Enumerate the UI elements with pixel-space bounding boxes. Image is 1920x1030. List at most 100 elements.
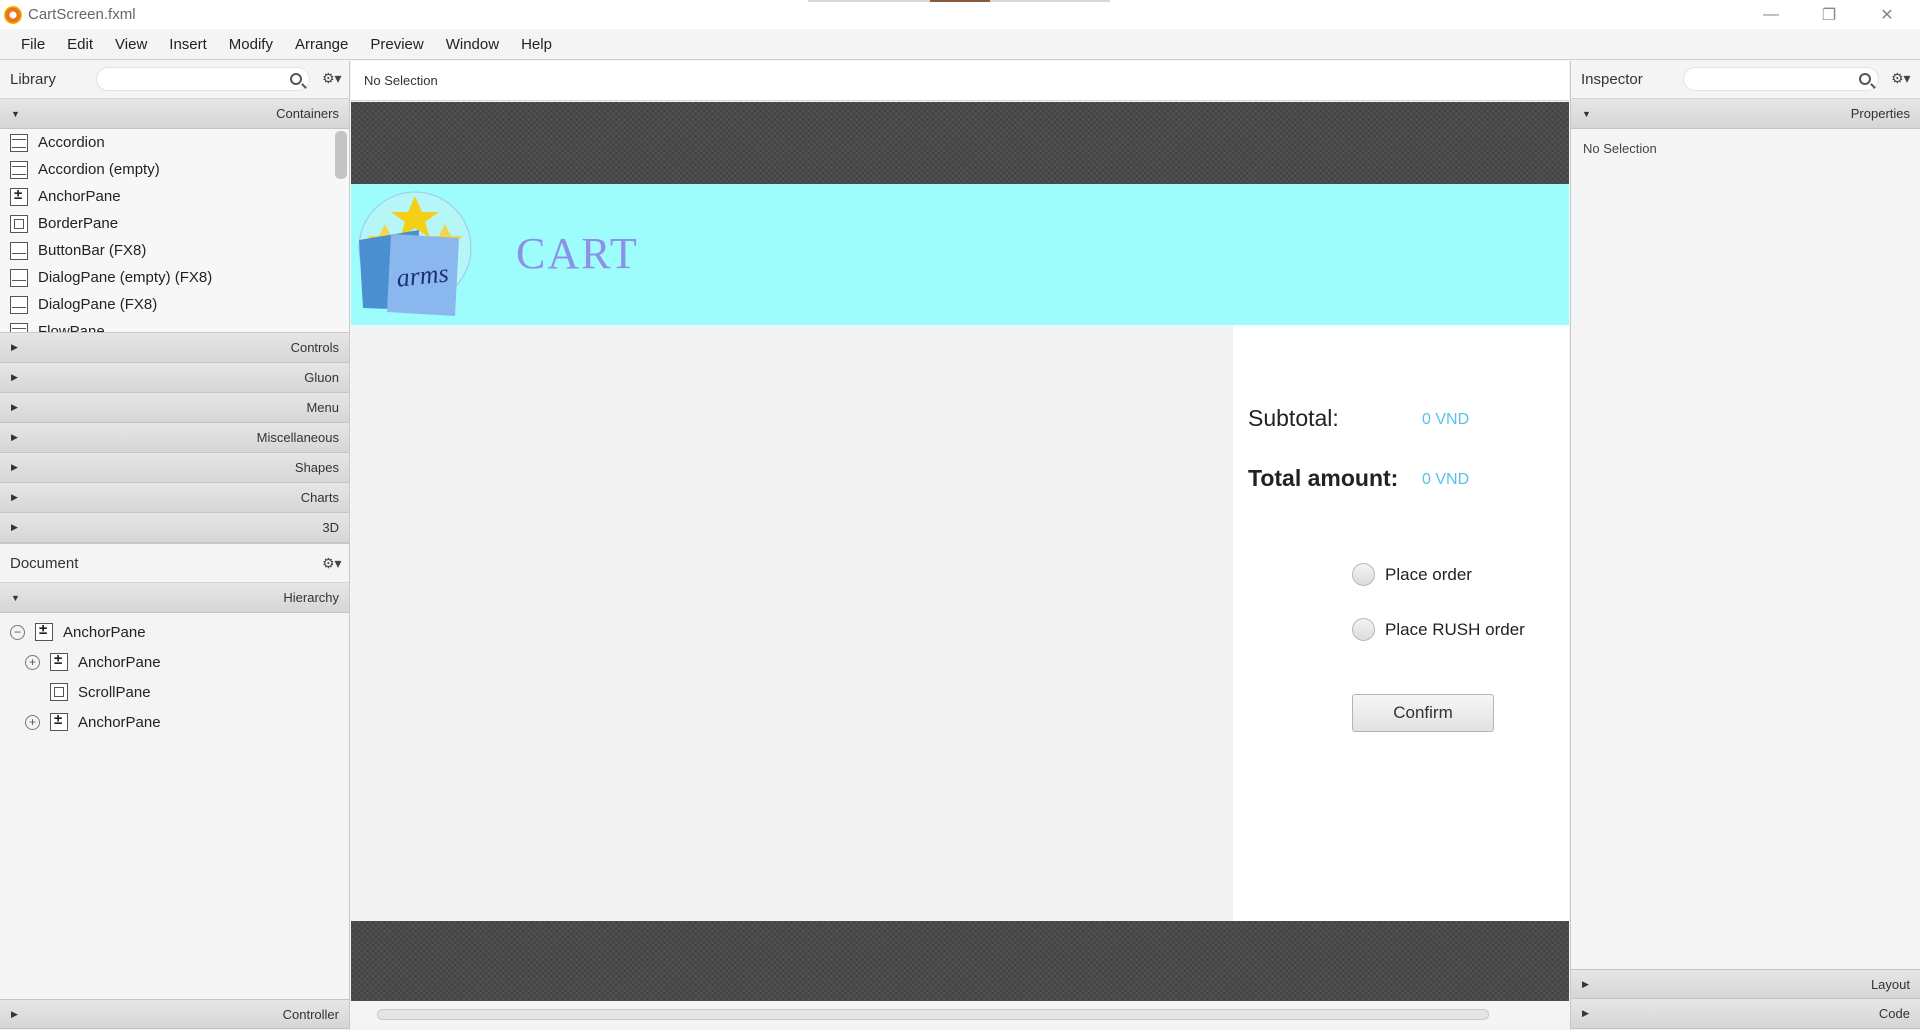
expand-icon[interactable]: + [25,654,40,670]
dialogpane-icon [10,268,28,287]
list-item[interactable]: Accordion (empty) [0,156,349,183]
section-gluon[interactable]: ▶ Gluon [0,363,349,393]
section-charts[interactable]: ▶ Charts [0,483,349,513]
search-icon [290,73,302,85]
collapse-icon[interactable]: − [10,624,25,640]
inspector-no-selection: No Selection [1583,141,1657,156]
order-summary-pane[interactable]: Subtotal: 0 VND Total amount: 0 VND Plac… [1233,325,1569,921]
document-header: Document ⚙▾ [0,543,349,583]
menu-file[interactable]: File [10,36,56,53]
menu-edit[interactable]: Edit [56,36,104,53]
selection-bar: No Selection [351,61,1569,101]
collapsed-triangle-icon: ▶ [11,342,18,352]
confirm-button[interactable]: Confirm [1352,694,1494,732]
list-item[interactable]: DialogPane (empty) (FX8) [0,264,349,291]
buttonbar-icon [10,241,28,260]
section-controls[interactable]: ▶ Controls [0,333,349,363]
section-miscellaneous[interactable]: ▶ Miscellaneous [0,423,349,453]
maximize-button[interactable]: ❐ [1800,0,1858,29]
section-properties[interactable]: ▼ Properties [1571,99,1920,129]
section-hierarchy[interactable]: ▼ Hierarchy [0,583,349,613]
collapsed-triangle-icon: ▶ [11,522,18,532]
expanded-triangle-icon: ▼ [11,592,20,603]
library-search-input[interactable] [96,67,310,91]
scene-builder-app-icon [4,5,22,24]
document-title: Document [10,554,79,572]
anchorpane-icon [50,651,68,671]
menu-preview[interactable]: Preview [359,36,434,53]
place-rush-order-radio[interactable]: Place RUSH order [1352,618,1525,641]
section-menu[interactable]: ▶ Menu [0,393,349,423]
collapsed-triangle-icon: ▶ [11,372,18,382]
window-title: CartScreen.fxml [28,6,136,23]
cart-screen-canvas[interactable]: arms CART Subtotal: 0 VND Total amount: … [351,184,1569,921]
flowpane-icon [10,322,28,332]
scrollbar-thumb[interactable] [377,1009,1489,1020]
tree-row[interactable]: ScrollPane [0,677,349,707]
collapsed-triangle-icon: ▶ [1582,978,1589,989]
place-order-label: Place order [1385,564,1472,584]
menu-window[interactable]: Window [435,36,510,53]
tree-row[interactable]: + AnchorPane [0,707,349,737]
collapsed-triangle-icon: ▶ [11,492,18,502]
document-gear-icon[interactable]: ⚙▾ [322,555,342,572]
expanded-triangle-icon: ▼ [11,108,20,119]
menu-bar: File Edit View Insert Modify Arrange Pre… [0,29,1920,60]
subtotal-value: 0 VND [1422,411,1470,428]
containers-list: Accordion Accordion (empty) AnchorPane B… [0,129,349,333]
section-code[interactable]: ▶ Code [1571,999,1920,1029]
expanded-triangle-icon: ▼ [1582,108,1591,119]
accordion-icon [10,160,28,179]
dialogpane-icon [10,295,28,314]
list-item[interactable]: Accordion [0,129,349,156]
total-amount-value: 0 VND [1422,471,1470,488]
inspector-header: Inspector ⚙▾ [1571,61,1920,99]
library-header: Library ⚙▾ [0,61,349,99]
collapsed-triangle-icon: ▶ [11,402,18,412]
radio-circle[interactable] [1352,618,1375,641]
horizontal-scrollbar[interactable] [351,1007,1569,1021]
section-containers[interactable]: ▼ Containers [0,99,349,129]
section-3d[interactable]: ▶ 3D [0,513,349,543]
subtotal-label: Subtotal: [1248,405,1339,431]
section-shapes[interactable]: ▶ Shapes [0,453,349,483]
tree-row[interactable]: + AnchorPane [0,647,349,677]
cart-title: CART [516,229,639,278]
collapsed-triangle-icon: ▶ [11,432,18,442]
menu-insert[interactable]: Insert [158,36,218,53]
section-layout[interactable]: ▶ Layout [1571,969,1920,999]
accordion-icon [10,133,28,152]
borderpane-icon [10,214,28,233]
place-order-radio[interactable]: Place order [1352,563,1472,586]
anchorpane-icon [50,711,68,731]
inspector-title: Inspector [1581,71,1643,88]
menu-view[interactable]: View [104,36,158,53]
arms-logo: arms [358,191,472,316]
cart-header[interactable]: arms CART [351,184,1569,325]
list-item[interactable]: FlowPane [0,318,349,332]
inspector-panel: Inspector ⚙▾ ▼ Properties No Selection ▶ … [1570,61,1920,1030]
close-button[interactable]: ✕ [1858,0,1916,29]
menu-arrange[interactable]: Arrange [284,36,359,53]
menu-modify[interactable]: Modify [218,36,284,53]
design-stage[interactable]: arms CART Subtotal: 0 VND Total amount: … [351,102,1569,1001]
list-item[interactable]: DialogPane (FX8) [0,291,349,318]
list-item[interactable]: BorderPane [0,210,349,237]
library-title: Library [10,71,56,88]
place-rush-order-label: Place RUSH order [1385,619,1525,639]
radio-circle[interactable] [1352,563,1375,586]
list-item[interactable]: AnchorPane [0,183,349,210]
anchorpane-icon [35,621,53,641]
library-scrollbar[interactable] [335,131,347,179]
inspector-gear-icon[interactable]: ⚙▾ [1891,70,1911,87]
library-gear-icon[interactable]: ⚙▾ [322,70,342,87]
content-panel: No Selection arms CART Subtotal: 0 VND T… [351,61,1569,1030]
menu-help[interactable]: Help [510,36,563,53]
expand-icon[interactable]: + [25,714,40,730]
list-item[interactable]: ButtonBar (FX8) [0,237,349,264]
inspector-search-input[interactable] [1683,67,1879,91]
tree-row[interactable]: − AnchorPane [0,617,349,647]
section-controller[interactable]: ▶ Controller [0,999,349,1029]
minimize-button[interactable]: — [1742,0,1800,29]
hierarchy-tree: − AnchorPane + AnchorPane ScrollPane + A… [0,613,349,737]
